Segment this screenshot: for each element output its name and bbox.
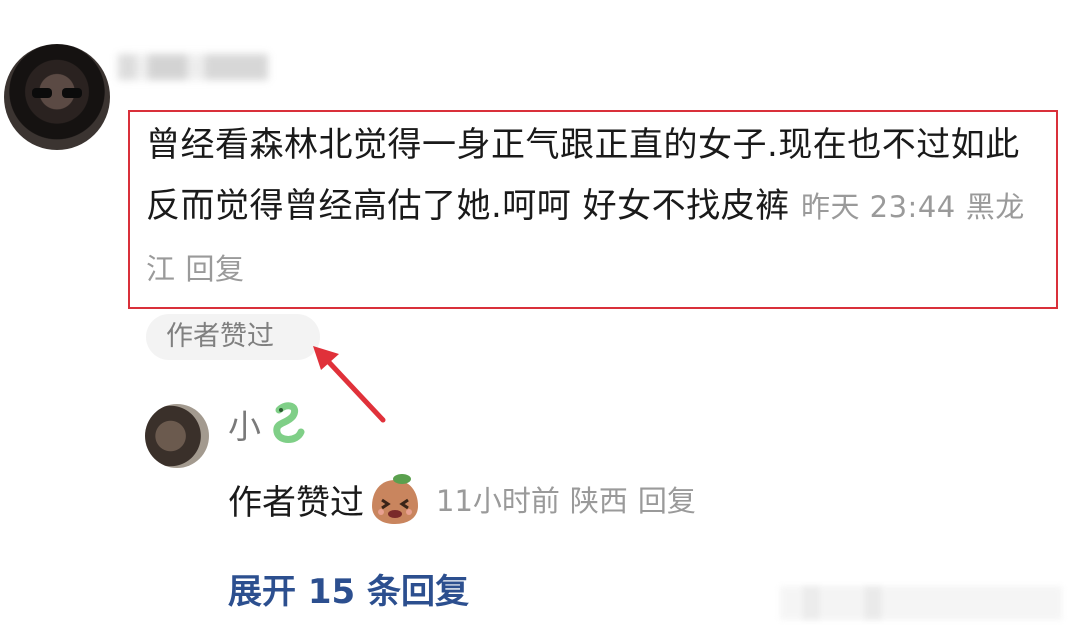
sunglasses-graphic bbox=[32, 88, 82, 98]
expand-replies-link[interactable]: 展开 15 条回复 bbox=[228, 564, 469, 613]
annotation-arrow-icon bbox=[313, 346, 386, 423]
snake-emoji-icon bbox=[273, 402, 305, 443]
reply-text: 作者赞过 bbox=[228, 482, 364, 523]
reply-avatar[interactable] bbox=[145, 404, 209, 468]
reply-time: 11小时前 bbox=[436, 484, 560, 518]
reply-location: 陕西 bbox=[569, 484, 628, 518]
reply-body: 作者赞过 11小时前 陕西 回复 bbox=[228, 470, 706, 528]
reply-username-row[interactable]: 小 bbox=[228, 400, 307, 448]
watermark-blurred bbox=[780, 586, 1062, 620]
comment-body: 曾经看森林北觉得一身正气跟正直的女子.现在也不过如此反而觉得曾经高估了她.呵呵 … bbox=[146, 115, 1051, 300]
reply-username[interactable]: 小 bbox=[228, 400, 261, 448]
reply-meta: 11小时前 陕西 回复 bbox=[436, 478, 706, 520]
comment-time: 昨天 23:44 bbox=[800, 190, 956, 224]
shy-emoji-icon bbox=[372, 474, 418, 524]
reply-reply-button[interactable]: 回复 bbox=[638, 484, 696, 518]
commenter-avatar[interactable] bbox=[4, 44, 110, 150]
commenter-username-blurred bbox=[118, 54, 268, 80]
author-liked-badge: 作者赞过 bbox=[146, 314, 320, 360]
comment-reply-button[interactable]: 回复 bbox=[186, 252, 245, 286]
